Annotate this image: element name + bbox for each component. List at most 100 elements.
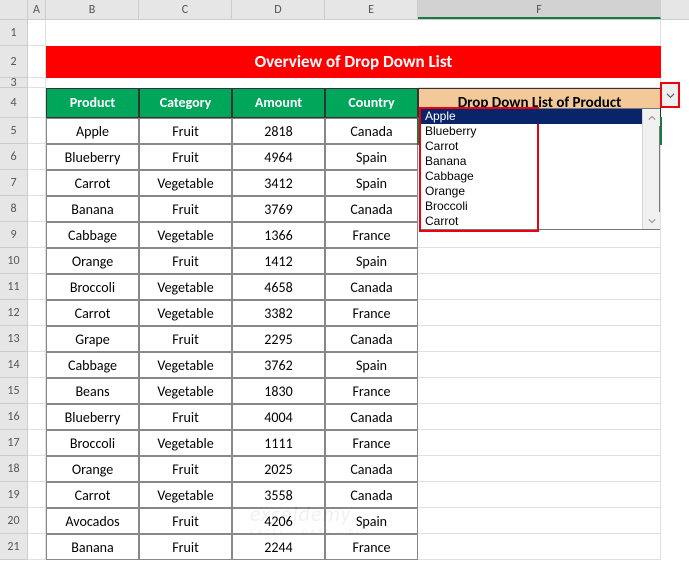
- row-header[interactable]: 15: [0, 378, 28, 404]
- cell[interactable]: [139, 78, 232, 88]
- cell-country[interactable]: France: [325, 534, 418, 560]
- cell-product[interactable]: Cabbage: [46, 352, 139, 378]
- cell-category[interactable]: Vegetable: [139, 482, 232, 508]
- cell[interactable]: [325, 78, 418, 88]
- dropdown-item[interactable]: Banana: [421, 154, 659, 169]
- cell-category[interactable]: Fruit: [139, 196, 232, 222]
- cell[interactable]: [28, 196, 46, 222]
- dropdown-arrow-button[interactable]: [660, 82, 680, 108]
- cell-country[interactable]: France: [325, 300, 418, 326]
- cell-product[interactable]: Banana: [46, 196, 139, 222]
- cell-product[interactable]: Broccoli: [46, 430, 139, 456]
- cell[interactable]: [28, 482, 46, 508]
- row-header[interactable]: 12: [0, 300, 28, 326]
- cell-product[interactable]: Cabbage: [46, 222, 139, 248]
- cell[interactable]: [325, 20, 418, 46]
- cell-country[interactable]: Canada: [325, 196, 418, 222]
- dropdown-item[interactable]: Orange: [421, 184, 659, 199]
- cell-amount[interactable]: 4964: [232, 144, 325, 170]
- cell-category[interactable]: Vegetable: [139, 222, 232, 248]
- cell-country[interactable]: Spain: [325, 144, 418, 170]
- cell-dropdown-target[interactable]: [418, 326, 661, 352]
- cell-category[interactable]: Fruit: [139, 326, 232, 352]
- cell[interactable]: [28, 378, 46, 404]
- row-header[interactable]: 7: [0, 170, 28, 196]
- cell-product[interactable]: Broccoli: [46, 274, 139, 300]
- col-header-C[interactable]: C: [139, 0, 232, 19]
- row-header[interactable]: 6: [0, 144, 28, 170]
- cell-dropdown-target[interactable]: [418, 534, 661, 560]
- cell-category[interactable]: Fruit: [139, 404, 232, 430]
- cell[interactable]: [28, 144, 46, 170]
- cell[interactable]: [139, 20, 232, 46]
- cell[interactable]: [46, 78, 139, 88]
- dropdown-item[interactable]: Broccoli: [421, 199, 659, 214]
- cell-dropdown-target[interactable]: [418, 456, 661, 482]
- cell-product[interactable]: Orange: [46, 248, 139, 274]
- cell-category[interactable]: Fruit: [139, 118, 232, 144]
- cell-dropdown-target[interactable]: [418, 352, 661, 378]
- cell-amount[interactable]: 3762: [232, 352, 325, 378]
- cell-amount[interactable]: 3382: [232, 300, 325, 326]
- row-header[interactable]: 5: [0, 118, 28, 144]
- cell[interactable]: [418, 20, 661, 46]
- cell-dropdown-target[interactable]: [418, 274, 661, 300]
- row-header[interactable]: 18: [0, 456, 28, 482]
- col-header-D[interactable]: D: [232, 0, 325, 19]
- cell-dropdown-target[interactable]: [418, 482, 661, 508]
- cell[interactable]: [28, 534, 46, 560]
- cell-category[interactable]: Fruit: [139, 144, 232, 170]
- col-header-B[interactable]: B: [46, 0, 139, 19]
- row-header[interactable]: 4: [0, 88, 28, 118]
- cell-category[interactable]: Vegetable: [139, 352, 232, 378]
- cell-category[interactable]: Fruit: [139, 248, 232, 274]
- row-header[interactable]: 8: [0, 196, 28, 222]
- cell[interactable]: [28, 430, 46, 456]
- cell[interactable]: [28, 404, 46, 430]
- col-header-F[interactable]: F: [418, 0, 661, 19]
- cell-dropdown-target[interactable]: [418, 378, 661, 404]
- select-all-corner[interactable]: [0, 0, 28, 19]
- cell-country[interactable]: Canada: [325, 326, 418, 352]
- cell[interactable]: [28, 88, 46, 118]
- cell-amount[interactable]: 4004: [232, 404, 325, 430]
- cell-product[interactable]: Avocados: [46, 508, 139, 534]
- cell-product[interactable]: Carrot: [46, 300, 139, 326]
- cell[interactable]: [28, 248, 46, 274]
- row-header[interactable]: 13: [0, 326, 28, 352]
- cell-product[interactable]: Beans: [46, 378, 139, 404]
- row-header[interactable]: 17: [0, 430, 28, 456]
- cell-country[interactable]: Spain: [325, 352, 418, 378]
- cell-category[interactable]: Fruit: [139, 534, 232, 560]
- row-header[interactable]: 11: [0, 274, 28, 300]
- cell[interactable]: [28, 170, 46, 196]
- cell-amount[interactable]: 3769: [232, 196, 325, 222]
- cell[interactable]: [28, 118, 46, 144]
- cell-category[interactable]: Vegetable: [139, 170, 232, 196]
- cell[interactable]: [28, 274, 46, 300]
- cell[interactable]: [418, 78, 661, 88]
- cell-product[interactable]: Carrot: [46, 170, 139, 196]
- cell-amount[interactable]: 1111: [232, 430, 325, 456]
- cell[interactable]: [28, 46, 46, 78]
- col-header-E[interactable]: E: [325, 0, 418, 19]
- dropdown-item[interactable]: Carrot: [421, 214, 659, 229]
- cell-category[interactable]: Vegetable: [139, 430, 232, 456]
- header-amount[interactable]: Amount: [232, 88, 325, 118]
- cell-product[interactable]: Grape: [46, 326, 139, 352]
- cell-product[interactable]: Carrot: [46, 482, 139, 508]
- row-header[interactable]: 20: [0, 508, 28, 534]
- row-header[interactable]: 16: [0, 404, 28, 430]
- cell[interactable]: [28, 20, 46, 46]
- cell-country[interactable]: Canada: [325, 274, 418, 300]
- cell-country[interactable]: Spain: [325, 248, 418, 274]
- col-header-A[interactable]: A: [28, 0, 46, 19]
- cell-category[interactable]: Vegetable: [139, 378, 232, 404]
- cell-dropdown-target[interactable]: [418, 404, 661, 430]
- header-country[interactable]: Country: [325, 88, 418, 118]
- row-header[interactable]: 10: [0, 248, 28, 274]
- cell-product[interactable]: Banana: [46, 534, 139, 560]
- cell-category[interactable]: Fruit: [139, 456, 232, 482]
- cell-amount[interactable]: 4658: [232, 274, 325, 300]
- row-header[interactable]: 21: [0, 534, 28, 560]
